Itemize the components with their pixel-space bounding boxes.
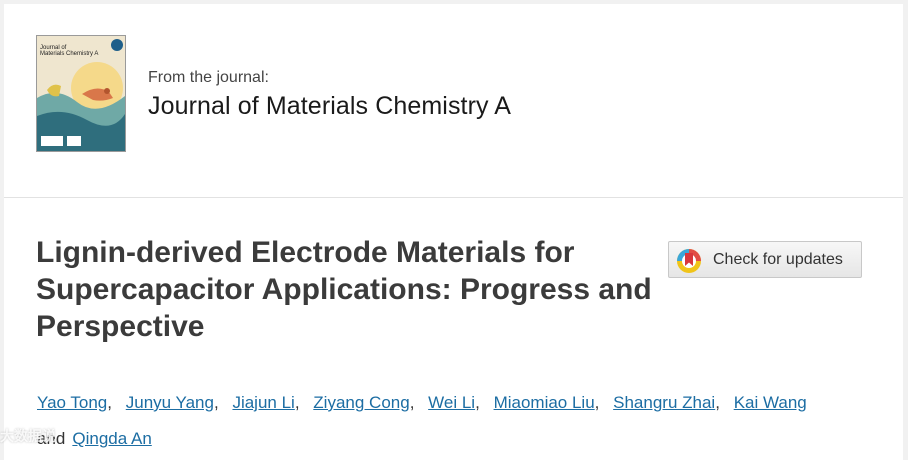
- journal-header: Journal of Materials Chemistry A From th…: [4, 4, 903, 198]
- author-separator: ,: [594, 393, 600, 412]
- author-link[interactable]: Kai Wang: [734, 393, 807, 412]
- author-link[interactable]: Jiajun Li: [232, 393, 294, 412]
- article-card: Journal of Materials Chemistry A From th…: [4, 4, 903, 460]
- watermark: 大数据说: [0, 428, 56, 444]
- author-link[interactable]: Ziyang Cong: [313, 393, 409, 412]
- author-link[interactable]: Miaomiao Liu: [494, 393, 595, 412]
- author-separator: ,: [213, 393, 219, 412]
- author-list: Yao Tong, Junyu Yang, Jiajun Li, Ziyang …: [37, 385, 867, 457]
- cover-title-line2: Materials Chemistry A: [40, 51, 99, 57]
- author-separator: ,: [294, 393, 300, 412]
- author-separator: ,: [107, 393, 113, 412]
- author-link[interactable]: Yao Tong: [37, 393, 107, 412]
- journal-title-link[interactable]: Journal of Materials Chemistry A: [148, 92, 511, 121]
- crossmark-icon: [675, 247, 703, 280]
- from-journal-label: From the journal:: [148, 69, 269, 86]
- check-for-updates-button[interactable]: Check for updates: [668, 241, 862, 278]
- author-link[interactable]: Junyu Yang: [126, 393, 214, 412]
- journal-cover-image[interactable]: Journal of Materials Chemistry A: [36, 35, 126, 152]
- author-link[interactable]: Shangru Zhai: [613, 393, 715, 412]
- author-separator: ,: [475, 393, 480, 412]
- cover-title: Journal of Materials Chemistry A: [40, 45, 110, 57]
- author-separator: ,: [715, 393, 720, 412]
- author-link[interactable]: Wei Li: [428, 393, 475, 412]
- author-separator: ,: [409, 393, 415, 412]
- author-link-last[interactable]: Qingda An: [72, 429, 151, 448]
- article-title: Lignin-derived Electrode Materials for S…: [36, 236, 652, 343]
- check-for-updates-label: Check for updates: [713, 251, 843, 268]
